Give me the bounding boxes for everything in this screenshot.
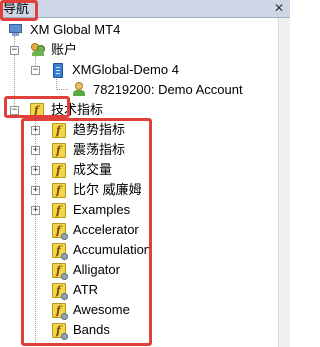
tree-node-indicators-label: 技术指标: [51, 102, 104, 117]
collapse-toggle-icon[interactable]: −: [10, 106, 19, 115]
tree-node-indicator-folder[interactable]: + 趋势指标: [0, 120, 276, 141]
navigator-window: 导航 ✕ XM Global MT4 − 账户 − XMGlobal-Demo …: [0, 0, 290, 347]
accounts-icon: [30, 42, 46, 57]
collapse-toggle-icon[interactable]: −: [31, 66, 40, 75]
navigator-title: 导航: [3, 1, 30, 16]
indicator-icon: [52, 281, 68, 301]
tree-node-label: 震荡指标: [73, 142, 126, 157]
tree-node-indicator-folder[interactable]: + 成交量: [0, 160, 276, 181]
collapse-toggle-icon[interactable]: −: [10, 46, 19, 55]
tree-node-label: Accelerator: [73, 222, 139, 237]
tree-node-indicator[interactable]: Alligator: [0, 260, 276, 281]
expand-toggle-icon[interactable]: +: [31, 186, 40, 195]
expand-toggle-icon[interactable]: +: [31, 166, 40, 175]
tree-node-root-label: XM Global MT4: [30, 22, 121, 37]
server-icon: [53, 63, 63, 78]
indicator-folder-icon: [52, 161, 66, 181]
tree-node-label: 比尔 威廉姆: [73, 182, 142, 197]
tree-node-server[interactable]: − XMGlobal-Demo 4: [0, 60, 276, 80]
expand-toggle-icon[interactable]: +: [31, 126, 40, 135]
tree-node-label: Bands: [73, 322, 110, 337]
tree-node-server-label: XMGlobal-Demo 4: [72, 62, 179, 77]
tree-node-accounts-label: 账户: [51, 42, 78, 57]
indicator-icon: [30, 101, 44, 121]
indicator-folder-icon: [52, 121, 66, 141]
tree-node-label: Alligator: [73, 262, 120, 277]
tree-node-label: Accumulation: [73, 242, 152, 257]
navigator-titlebar: 导航 ✕: [0, 0, 290, 18]
expand-toggle-icon[interactable]: +: [31, 146, 40, 155]
tree-node-indicators[interactable]: − 技术指标: [0, 100, 276, 121]
tree-node-accounts[interactable]: − 账户: [0, 40, 276, 60]
vertical-scrollbar[interactable]: [278, 18, 290, 347]
indicator-icon: [52, 321, 68, 341]
tree-node-account-label: 78219200: Demo Account: [93, 82, 243, 97]
tree-node-indicator[interactable]: ATR: [0, 280, 276, 301]
indicator-icon: [52, 261, 68, 281]
terminal-icon: [8, 23, 24, 37]
close-icon[interactable]: ✕: [274, 0, 284, 16]
tree-node-account[interactable]: 78219200: Demo Account: [0, 80, 276, 100]
indicator-folder-icon: [52, 181, 66, 201]
tree-node-indicator[interactable]: Bands: [0, 320, 276, 341]
tree-node-indicator[interactable]: Awesome: [0, 300, 276, 321]
tree-node-label: Examples: [73, 202, 131, 217]
indicator-folder-icon: [52, 201, 66, 221]
tree-node-indicator-folder[interactable]: + 震荡指标: [0, 140, 276, 161]
tree-node-indicator[interactable]: Accelerator: [0, 220, 276, 241]
indicator-icon: [52, 241, 68, 261]
tree-node-root[interactable]: XM Global MT4: [0, 20, 276, 40]
tree-node-indicator-folder[interactable]: + Examples: [0, 200, 276, 221]
indicator-folder-icon: [52, 141, 66, 161]
tree-node-indicator-folder[interactable]: + 比尔 威廉姆: [0, 180, 276, 201]
tree-node-indicator[interactable]: Accumulation: [0, 240, 276, 261]
indicator-icon: [52, 301, 68, 321]
tree-node-label: Awesome: [73, 302, 130, 317]
indicator-icon: [52, 221, 68, 241]
tree-node-label: 趋势指标: [73, 122, 126, 137]
tree-node-label: 成交量: [73, 162, 113, 177]
tree-node-label: ATR: [73, 282, 99, 297]
expand-toggle-icon[interactable]: +: [31, 206, 40, 215]
user-icon: [72, 82, 86, 97]
